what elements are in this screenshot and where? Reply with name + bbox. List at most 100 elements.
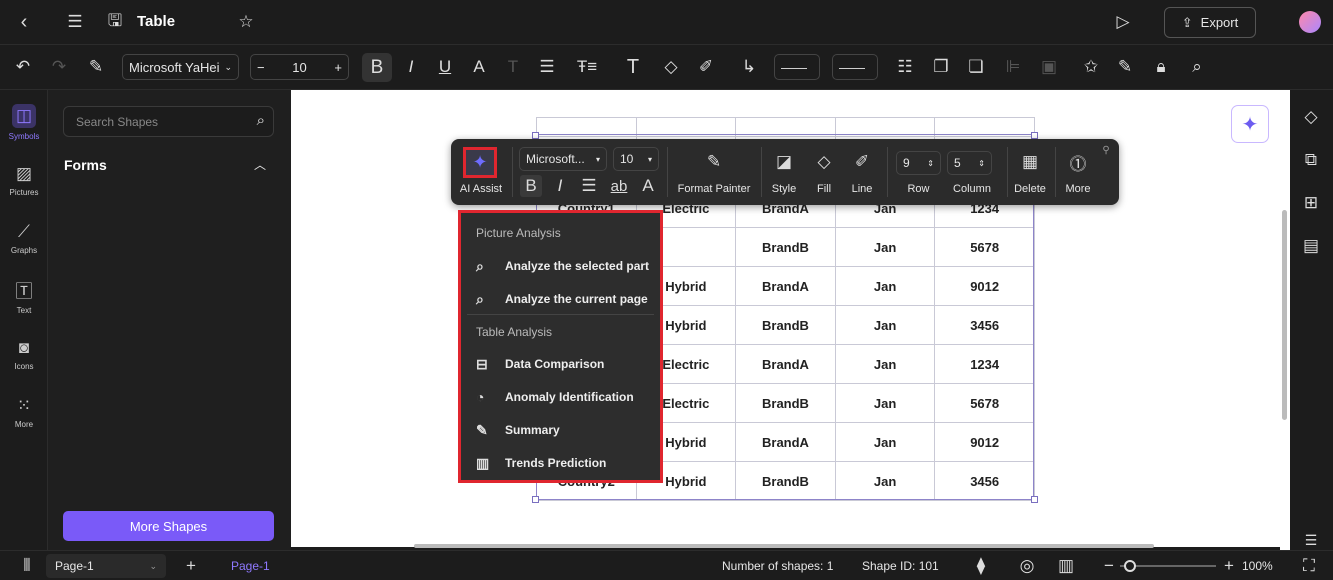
table-cell[interactable] [536,117,637,137]
lock-icon[interactable]: 🔒︎ [1150,56,1172,78]
style-icon[interactable]: ◪ [773,151,795,173]
ai-sparkle-button[interactable]: ✦ [1231,105,1269,143]
table-cell[interactable]: 3456 [934,305,1035,345]
page-panel-icon[interactable]: ▤ [1300,235,1322,257]
table-cell[interactable]: Jan [834,344,936,384]
play-icon[interactable]: ▷ [1112,10,1134,34]
format-panel-icon[interactable]: ⧉ [1300,149,1322,171]
resize-handle[interactable] [532,496,539,503]
text-highlight-icon[interactable]: ab [608,175,630,197]
settings-panel-icon[interactable]: ☰ [1300,531,1322,549]
table-cell[interactable] [735,117,836,137]
edit-icon[interactable]: ✎ [1114,56,1136,78]
pin-icon[interactable]: ⚲ [1099,143,1113,157]
style-label[interactable]: Style [767,183,801,195]
table-cell[interactable]: Jan [834,227,936,267]
layers-icon[interactable]: ⧫ [966,555,996,577]
more-icon[interactable]: ⓵ [1067,151,1089,174]
strikethrough-icon[interactable]: T [502,56,524,78]
table-row[interactable] [536,117,1035,137]
menu-item-trends[interactable]: ▥ Trends Prediction [476,451,606,475]
format-painter-icon[interactable]: ✎ [85,56,107,78]
more-label[interactable]: More [1063,183,1093,195]
underline-icon[interactable]: U [434,56,456,78]
column-stepper[interactable]: 5 ⇕ [947,151,992,175]
table-cell[interactable]: BrandA [735,266,836,306]
chevron-up-icon[interactable]: ︿ [254,156,266,173]
zoom-out-icon[interactable]: − [1102,555,1116,577]
effects-icon[interactable]: ✩ [1076,56,1106,78]
plus-icon[interactable]: + [334,60,342,75]
avatar[interactable] [1299,11,1321,33]
menu-item-analyze-page[interactable]: ⌕ Analyze the current page [476,287,648,311]
ai-assist-icon[interactable]: ✦ [463,147,497,178]
table-cell[interactable]: 9012 [934,266,1035,306]
search-icon[interactable]: ⌕ [257,112,265,129]
table-cell[interactable]: BrandB [735,227,836,267]
table-cell[interactable]: Jan [834,461,936,501]
table-cell[interactable] [934,117,1035,137]
table-cell[interactable]: BrandA [735,422,836,462]
fill-icon[interactable]: ◇ [813,151,835,173]
rail-graphs[interactable]: ⟋ Graphs [0,210,48,266]
line-label[interactable]: Line [847,183,877,195]
table-cell[interactable]: Jan [834,305,936,345]
line-weight-select[interactable]: —— [832,54,878,80]
font-color-icon[interactable]: A [468,56,490,78]
rail-symbols[interactable]: ◫ Symbols [0,94,48,150]
menu-item-data-comparison[interactable]: ⊟ Data Comparison [476,352,604,376]
group-icon[interactable]: ▣ [1038,56,1060,78]
line-icon[interactable]: ✐ [851,151,873,173]
font-select[interactable]: Microsoft YaHei ⌄ [122,54,239,80]
rail-text[interactable]: 🅃 Text [0,268,48,324]
zoom-in-icon[interactable]: + [1222,555,1236,577]
table-cell[interactable] [635,117,737,137]
minus-icon[interactable]: − [257,60,265,75]
zoom-level[interactable]: 100% [1242,559,1273,573]
table-cell[interactable]: Jan [834,266,936,306]
table-cell[interactable]: Jan [834,383,936,423]
menu-item-summary[interactable]: ✎ Summary [476,418,560,442]
layout-panel-icon[interactable]: ⊞ [1300,192,1322,214]
section-forms[interactable]: Forms [64,157,107,173]
table-cell[interactable]: 5678 [934,227,1035,267]
resize-handle[interactable] [1031,132,1038,139]
resize-handle[interactable] [532,132,539,139]
find-icon[interactable]: ⌕ [1186,56,1208,78]
focus-icon[interactable]: ◎ [1016,555,1038,577]
back-icon[interactable]: ‹ [12,10,36,34]
save-icon[interactable]: 🖫 [104,10,126,34]
fill-panel-icon[interactable]: ◇ [1300,106,1322,128]
connector-icon[interactable]: ↳ [733,56,765,78]
line-arrows-icon[interactable]: ☷ [890,56,920,78]
fill-label[interactable]: Fill [809,183,839,195]
redo-icon[interactable]: ↷ [48,56,70,78]
table-cell[interactable]: BrandB [735,461,836,501]
stepper-arrows-icon[interactable]: ⇕ [927,159,934,168]
page-list-icon[interactable]: ⫴ [16,555,38,577]
text-icon[interactable]: T [622,56,644,78]
table-cell[interactable] [834,117,936,137]
undo-icon[interactable]: ↶ [12,56,34,78]
fill-icon[interactable]: ◇ [660,56,682,78]
font-color-icon[interactable]: A [637,175,659,197]
map-icon[interactable]: ▥ [1055,555,1077,577]
search-input[interactable]: Search Shapes ⌕ [63,106,274,137]
zoom-slider[interactable] [1120,560,1216,572]
zoom-slider-thumb[interactable] [1124,560,1136,572]
send-back-icon[interactable]: ❏ [965,56,987,78]
document-title[interactable]: Table [137,13,175,30]
table-cell[interactable]: BrandB [735,305,836,345]
bring-front-icon[interactable]: ❐ [930,56,952,78]
float-size-select[interactable]: 10 ▾ [613,147,659,171]
delete-table-icon[interactable]: ▦ [1019,151,1041,173]
float-font-select[interactable]: Microsoft... ▾ [519,147,607,171]
fullscreen-icon[interactable]: ⛶ [1298,555,1320,577]
bold-icon[interactable]: B [362,53,392,82]
menu-icon[interactable]: ☰ [64,10,86,34]
line-style-select[interactable]: —— [774,54,820,80]
table-cell[interactable]: BrandB [735,383,836,423]
more-shapes-button[interactable]: More Shapes [63,511,274,541]
align-icon[interactable]: ☰ [536,56,558,78]
rail-more[interactable]: ⁙ More [0,384,48,440]
